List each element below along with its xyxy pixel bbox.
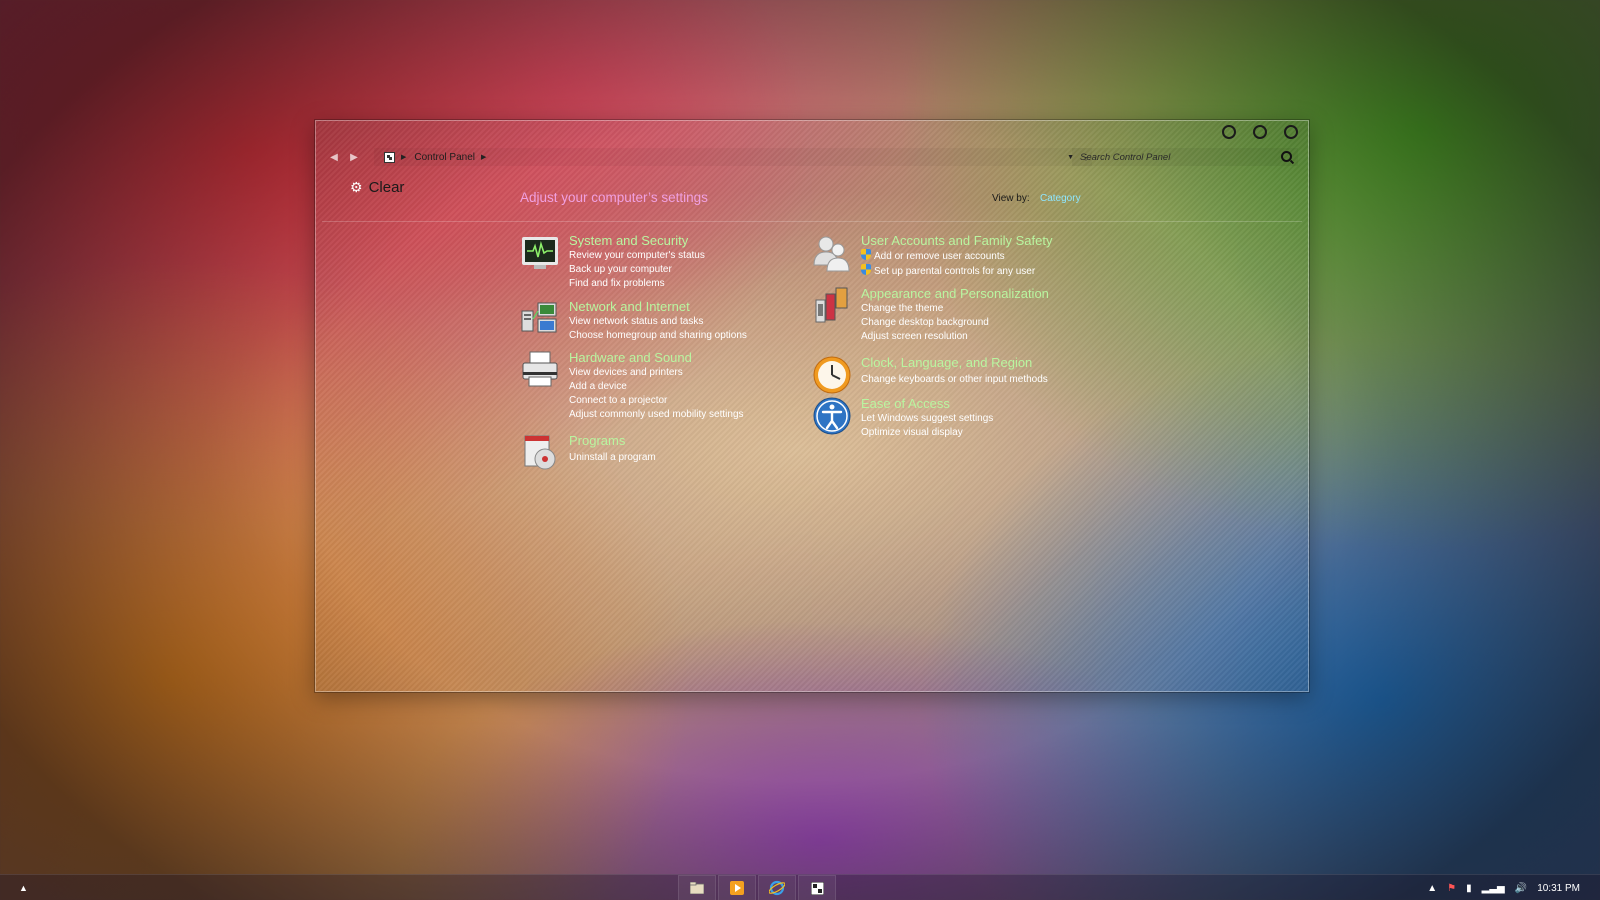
link-uninstall-program[interactable]: Uninstall a program [569,451,656,465]
category-title-appearance[interactable]: Appearance and Personalization [861,286,1049,301]
link-network-status[interactable]: View network status and tasks [569,315,747,329]
link-devices-printers[interactable]: View devices and printers [569,366,744,380]
taskbar-clock[interactable]: 10:31 PM [1537,883,1580,894]
system-tray: ▲ ⚑ ▮ ▂▃▅ 🔊 10:31 PM [1427,875,1600,900]
control-panel-taskbar-button[interactable] [798,875,836,900]
browser-taskbar-button[interactable] [758,875,796,900]
category-title-hardware-sound[interactable]: Hardware and Sound [569,350,692,365]
battery-icon[interactable]: ▮ [1466,883,1472,894]
start-button[interactable]: ▲ [19,883,28,893]
search-icon[interactable] [1281,151,1292,162]
breadcrumb-separator-icon[interactable]: ▶ [481,153,486,161]
media-player-icon [730,881,744,895]
link-optimize-visual[interactable]: Optimize visual display [861,426,993,440]
internet-explorer-icon [769,880,785,896]
appearance-icon[interactable] [812,286,852,326]
link-screen-resolution[interactable]: Adjust screen resolution [861,330,989,344]
link-mobility-settings[interactable]: Adjust commonly used mobility settings [569,408,744,422]
user-name: Clear [368,179,405,196]
folder-icon [690,882,704,894]
link-parental-controls-text: Set up parental controls for any user [874,266,1036,277]
link-desktop-background[interactable]: Change desktop background [861,316,989,330]
link-suggest-settings[interactable]: Let Windows suggest settings [861,412,993,426]
view-by-label: View by: [992,193,1030,204]
minimize-button[interactable] [1222,125,1236,139]
category-title-clock-language[interactable]: Clock, Language, and Region [861,355,1032,370]
taskbar-pinned-apps [678,875,838,900]
uac-shield-icon [861,264,871,275]
address-bar: ◀ ▶ ▶ Control Panel ▶ ▼ ⋮ [324,147,1298,167]
explorer-taskbar-button[interactable] [678,875,716,900]
view-by-dropdown[interactable]: Category [1040,193,1081,204]
control-panel-window: ◀ ▶ ▶ Control Panel ▶ ▼ ⋮ ⚙ Clear Adjust… [315,120,1309,692]
control-panel-icon [810,881,824,895]
breadcrumb-separator-icon[interactable]: ▶ [401,153,406,161]
back-arrow-icon[interactable]: ◀ [324,152,344,163]
link-add-remove-accounts-text: Add or remove user accounts [874,251,1005,262]
user-tile[interactable]: ⚙ Clear [350,179,404,196]
category-title-ease-of-access[interactable]: Ease of Access [861,396,950,411]
divider [322,221,1302,222]
link-change-theme[interactable]: Change the theme [861,302,989,316]
window-controls [1222,125,1298,139]
search-input[interactable] [1072,150,1282,164]
close-button[interactable] [1284,125,1298,139]
link-add-remove-accounts[interactable]: Add or remove user accounts [861,249,1035,264]
breadcrumb-control-panel[interactable]: Control Panel [414,152,475,163]
printer-icon[interactable] [520,350,560,390]
action-center-flag-icon[interactable]: ⚑ [1447,883,1456,894]
category-title-programs[interactable]: Programs [569,433,625,448]
page-title: Adjust your computer’s settings [520,190,708,205]
link-homegroup-sharing[interactable]: Choose homegroup and sharing options [569,329,747,343]
media-player-taskbar-button[interactable] [718,875,756,900]
link-find-fix-problems[interactable]: Find and fix problems [569,277,705,291]
breadcrumb[interactable]: ▶ Control Panel ▶ ▼ ⋮ [374,148,1092,166]
accessibility-icon[interactable] [812,396,852,436]
show-hidden-icons-icon[interactable]: ▲ [1427,883,1437,894]
monitor-icon[interactable] [520,233,560,273]
users-icon[interactable] [812,233,852,273]
programs-icon[interactable] [520,433,560,473]
clock-icon[interactable] [812,355,852,395]
category-title-system-security[interactable]: System and Security [569,233,688,248]
link-parental-controls[interactable]: Set up parental controls for any user [861,264,1035,279]
uac-shield-icon [861,249,871,260]
control-panel-icon [384,151,395,163]
link-back-up[interactable]: Back up your computer [569,263,705,277]
search-box [1072,148,1298,166]
forward-arrow-icon[interactable]: ▶ [344,152,364,163]
link-connect-projector[interactable]: Connect to a projector [569,394,744,408]
network-signal-icon[interactable]: ▂▃▅ [1482,883,1505,894]
link-keyboards-input[interactable]: Change keyboards or other input methods [861,373,1048,387]
volume-icon[interactable]: 🔊 [1515,883,1527,894]
category-title-network-internet[interactable]: Network and Internet [569,299,690,314]
link-add-device[interactable]: Add a device [569,380,744,394]
category-title-user-accounts[interactable]: User Accounts and Family Safety [861,233,1052,248]
user-avatar-icon: ⚙ [350,179,363,195]
link-review-status[interactable]: Review your computer's status [569,249,705,263]
taskbar: ▲ ▲ ⚑ ▮ ▂▃▅ 🔊 10:31 PM [0,874,1600,900]
network-icon[interactable] [520,299,560,339]
maximize-button[interactable] [1253,125,1267,139]
